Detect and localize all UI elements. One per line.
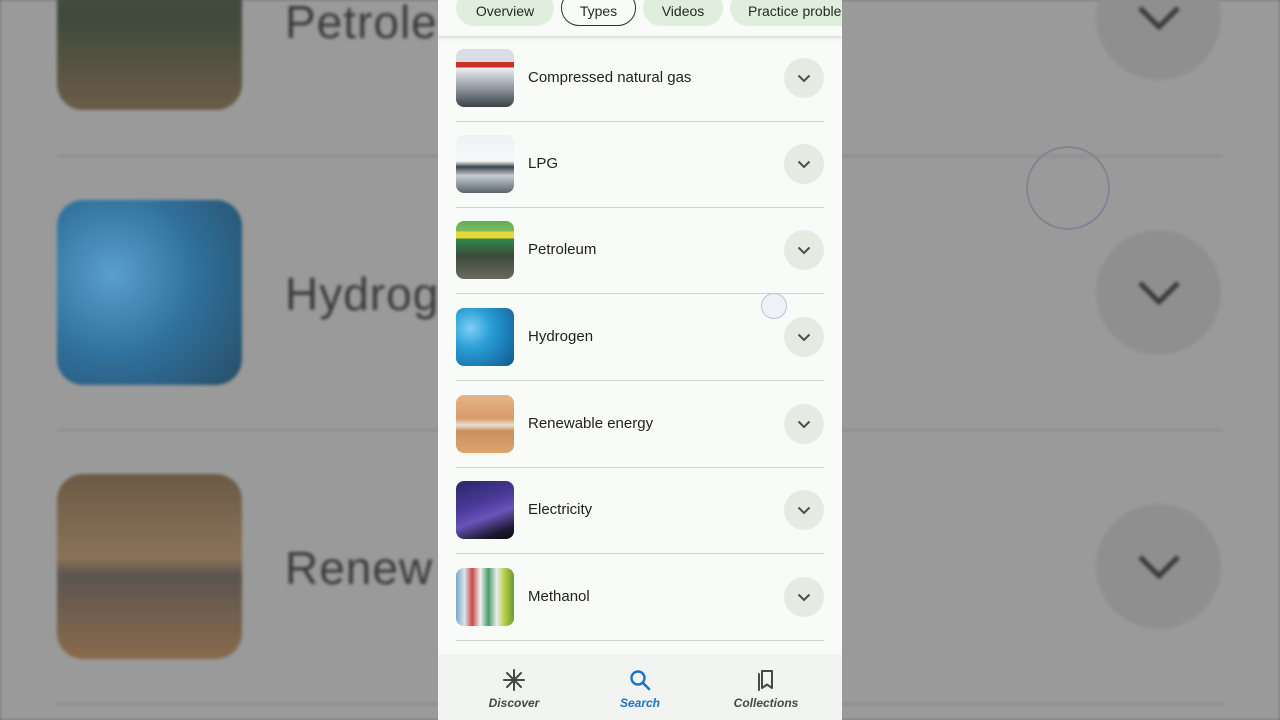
list-item-label: Electricity: [528, 501, 593, 518]
list-item[interactable]: Renewable energy: [438, 382, 842, 468]
nav-search[interactable]: Search: [573, 654, 707, 720]
nav-label: Collections: [733, 696, 799, 710]
chevron-down-icon: [1096, 0, 1221, 80]
chevron-down-icon: [797, 506, 811, 514]
expand-button[interactable]: [784, 144, 824, 184]
chevron-down-icon: [1096, 230, 1221, 355]
tab-videos[interactable]: Videos: [643, 0, 723, 26]
discover-asterisk-icon: [503, 669, 525, 691]
chevron-down-icon: [797, 593, 811, 601]
backdrop-thumbnail: [57, 474, 242, 659]
list-item-label: LPG: [528, 155, 559, 172]
list-item-label: Petroleum: [528, 241, 597, 258]
list-item-label: Compressed natural gas: [528, 69, 692, 86]
tab-overview[interactable]: Overview: [456, 0, 554, 26]
chevron-down-icon: [797, 74, 811, 82]
divider: [456, 553, 824, 554]
backdrop-text: Petrole: [285, 0, 438, 48]
expand-button[interactable]: [784, 317, 824, 357]
nav-label: Search: [619, 696, 661, 710]
list-item[interactable]: LPG: [438, 122, 842, 208]
list-item[interactable]: Petroleum: [438, 208, 842, 294]
tab-bar: Overview Types Videos Practice proble: [438, 0, 842, 36]
phone-screen: Overview Types Videos Practice proble Co…: [438, 0, 842, 720]
list-item[interactable]: Compressed natural gas: [438, 36, 842, 122]
chevron-down-icon: [797, 420, 811, 428]
tab-types[interactable]: Types: [561, 0, 636, 26]
methanol-thumbnail: [456, 568, 514, 626]
backdrop-thumbnail: [57, 0, 242, 110]
list-item-label: Methanol: [528, 588, 590, 605]
backdrop-thumbnail: [57, 200, 242, 385]
expand-button[interactable]: [784, 404, 824, 444]
chevron-down-icon: [797, 333, 811, 341]
backdrop-text: Hydrog: [285, 268, 440, 320]
nav-discover[interactable]: Discover: [447, 654, 581, 720]
hydrogen-thumbnail: [456, 308, 514, 366]
petrol-pump-thumbnail: [456, 221, 514, 279]
search-icon: [630, 670, 651, 691]
touch-indicator: [761, 293, 787, 319]
list-item-label: Renewable energy: [528, 415, 654, 432]
collections-bookmark-icon: [758, 670, 773, 691]
chevron-down-icon: [1096, 504, 1221, 629]
touch-indicator: [1026, 146, 1110, 230]
renewable-energy-thumbnail: [456, 395, 514, 453]
chevron-down-icon: [797, 160, 811, 168]
nav-collections[interactable]: Collections: [699, 654, 833, 720]
cng-station-thumbnail: [456, 49, 514, 107]
electricity-thumbnail: [456, 481, 514, 539]
bottom-navigation: Discover Search Collections: [438, 654, 842, 720]
expand-button[interactable]: [784, 490, 824, 530]
expand-button[interactable]: [784, 230, 824, 270]
lpg-station-thumbnail: [456, 135, 514, 193]
backdrop-text: Renew: [285, 542, 434, 594]
tab-practice-problems[interactable]: Practice proble: [730, 0, 842, 26]
chevron-down-icon: [797, 246, 811, 254]
divider: [456, 380, 824, 381]
list-item[interactable]: Electricity: [438, 468, 842, 554]
expand-button[interactable]: [784, 58, 824, 98]
list-item-label: Hydrogen: [528, 328, 594, 345]
list-item[interactable]: Methanol: [438, 555, 842, 641]
expand-button[interactable]: [784, 577, 824, 617]
nav-label: Discover: [488, 696, 540, 710]
